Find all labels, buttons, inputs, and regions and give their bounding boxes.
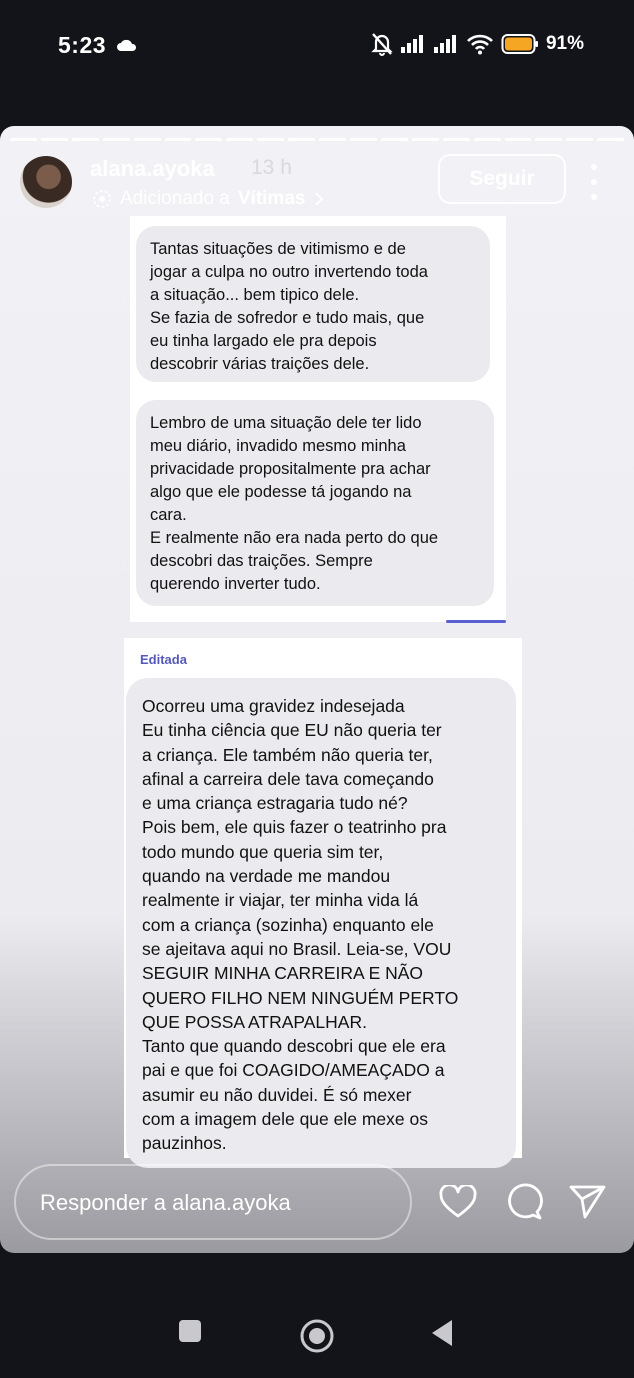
chat-screenshot-2: Editada Ocorreu uma gravidez indesejada … [124,638,522,1168]
highlight-link[interactable]: Adicionado a Vítimas [92,188,325,210]
time-ago: 13 h [251,156,292,179]
heart-icon[interactable] [438,1182,478,1222]
highlight-name: Vítimas [237,188,306,209]
status-bar: 5:23 91% [0,0,634,92]
more-options-icon[interactable] [586,164,602,200]
square-icon [179,1320,201,1342]
comment-icon[interactable] [504,1182,544,1222]
system-nav-bar [0,1300,634,1378]
home-circle-icon [300,1319,334,1353]
clock: 5:23 [58,32,107,58]
reply-placeholder: Responder a alana.ayoka [40,1190,291,1215]
battery-icon [501,34,538,54]
chat-screenshot-1: Tantas situações de vitimismo e de jogar… [130,216,506,622]
edited-label: Editada [140,652,187,667]
added-to-label: Adicionado a [120,188,230,209]
message-bubble: Tantas situações de vitimismo e de jogar… [136,226,490,382]
chevron-right-icon [315,192,324,206]
recents-button[interactable] [177,1318,203,1344]
story-viewer[interactable]: alana.ayoka 13 h Adicionado a Vítimas Se… [0,126,634,1253]
reply-input[interactable]: Responder a alana.ayoka [14,1164,412,1240]
divider [446,620,506,623]
battery-percent: 91% [545,33,584,54]
signal-icon [433,35,456,53]
message-bubble: Lembro de uma situação dele ter lido meu… [136,400,494,606]
back-triangle-icon [432,1320,452,1346]
cloud-icon [117,39,137,51]
send-icon[interactable] [568,1182,608,1222]
highlight-icon [93,190,111,208]
avatar[interactable] [20,156,72,208]
home-button[interactable] [299,1318,335,1354]
follow-button[interactable]: Seguir [438,154,566,204]
signal-icon [400,35,423,53]
back-button[interactable] [430,1318,456,1348]
message-bubble: Ocorreu uma gravidez indesejada Eu tinha… [126,678,516,1168]
story-header: alana.ayoka 13 h Adicionado a Vítimas Se… [0,126,634,216]
mute-bell-icon [371,33,393,56]
wifi-icon [467,34,493,55]
username[interactable]: alana.ayoka [90,156,215,182]
